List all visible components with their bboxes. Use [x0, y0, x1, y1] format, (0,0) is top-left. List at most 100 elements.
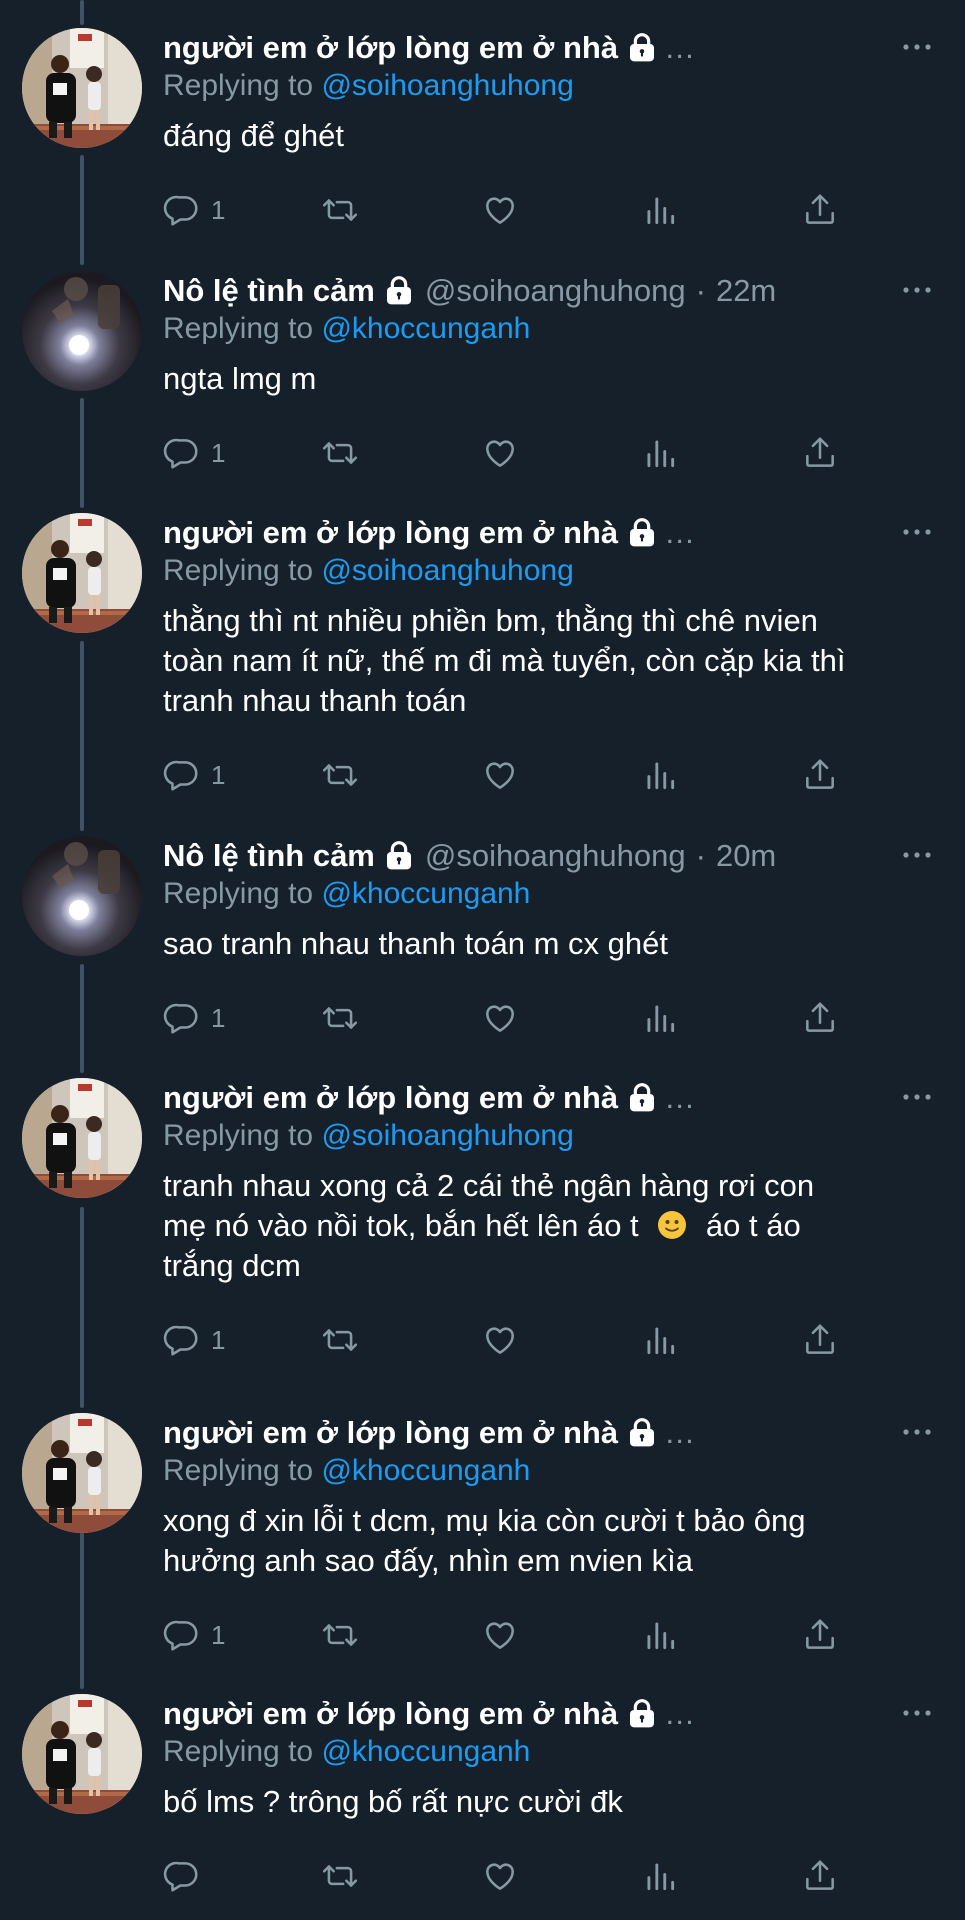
reply-button[interactable]: 1: [163, 1615, 225, 1655]
analytics-button[interactable]: [641, 1856, 679, 1896]
like-button[interactable]: [481, 433, 519, 473]
reply-mention-link[interactable]: @soihoanghuhong: [321, 1119, 573, 1152]
analytics-button[interactable]: [641, 998, 679, 1038]
retweet-button[interactable]: [321, 998, 359, 1038]
reply-button[interactable]: 1: [163, 1320, 225, 1360]
retweet-button[interactable]: [321, 190, 359, 230]
display-name[interactable]: Nô lệ tình cảm: [163, 836, 375, 876]
avatar[interactable]: [22, 513, 142, 633]
reply-count: 1: [211, 437, 226, 468]
reply-count: 1: [211, 1619, 226, 1650]
tweet-text-line: tranh nhau xong cả 2 cái thẻ ngân hàng r…: [163, 1168, 815, 1203]
more-dots-icon: [902, 524, 932, 542]
share-icon: [801, 756, 839, 794]
reply-button[interactable]: 1: [163, 433, 225, 473]
analytics-button[interactable]: [641, 755, 679, 795]
tweet-timestamp[interactable]: 20m: [716, 836, 776, 876]
like-button[interactable]: [481, 1615, 519, 1655]
share-button[interactable]: [801, 190, 839, 230]
retweet-icon: [321, 1616, 359, 1654]
share-button[interactable]: [801, 433, 839, 473]
retweet-button[interactable]: [321, 1320, 359, 1360]
display-name[interactable]: Nô lệ tình cảm: [163, 271, 375, 311]
replying-to-line: Replying to @soihoanghuhong: [163, 551, 574, 591]
more-dots-icon: [902, 39, 932, 57]
more-options-button[interactable]: [897, 513, 937, 553]
display-name[interactable]: người em ở lớp lòng em ở nhà: [163, 513, 618, 553]
name-truncation-ellipsis: …: [664, 515, 696, 550]
tweet-handle[interactable]: @soihoanghuhong: [425, 836, 686, 876]
more-options-button[interactable]: [897, 1413, 937, 1453]
reply-button[interactable]: 1: [163, 998, 225, 1038]
reply-mention-link[interactable]: @khoccunganh: [321, 1735, 530, 1768]
tweet-text-line: toàn nam ít nữ, thế m đi mà tuyển, còn c…: [163, 643, 846, 678]
avatar[interactable]: [22, 1694, 142, 1814]
retweet-icon: [321, 434, 359, 472]
analytics-button[interactable]: [641, 433, 679, 473]
reply-mention-link[interactable]: @khoccunganh: [321, 877, 530, 910]
like-button[interactable]: [481, 998, 519, 1038]
tweet-header: người em ở lớp lòng em ở nhà…: [163, 1078, 885, 1118]
like-button[interactable]: [481, 755, 519, 795]
tweet-text-line: trắng dcm: [163, 1248, 301, 1283]
reply-thread: người em ở lớp lòng em ở nhà … Replying to…: [0, 0, 965, 1920]
reply-mention-link[interactable]: @khoccunganh: [321, 312, 530, 345]
more-options-button[interactable]: [897, 28, 937, 68]
replying-to-line: Replying to @khoccunganh: [163, 1732, 530, 1772]
display-name[interactable]: người em ở lớp lòng em ở nhà: [163, 1078, 618, 1118]
tweet-text: thằng thì nt nhiều phiền bm, thằng thì c…: [163, 601, 923, 721]
retweet-button[interactable]: [321, 755, 359, 795]
analytics-icon: [641, 191, 679, 229]
lock-icon: [626, 1082, 658, 1114]
retweet-button[interactable]: [321, 1856, 359, 1896]
share-button[interactable]: [801, 1320, 839, 1360]
reply-mention-link[interactable]: @khoccunganh: [321, 1454, 530, 1487]
avatar[interactable]: [22, 271, 142, 391]
thread-connector-line: [80, 0, 84, 25]
share-button[interactable]: [801, 755, 839, 795]
tweet-action-bar: 1: [163, 190, 863, 230]
reply-button[interactable]: 1: [163, 190, 225, 230]
share-icon: [801, 1857, 839, 1895]
tweet-text-line: bố lms ? trông bố rất nực cười đk: [163, 1784, 623, 1819]
reply-mention-link[interactable]: @soihoanghuhong: [321, 69, 573, 102]
avatar[interactable]: [22, 28, 142, 148]
retweet-button[interactable]: [321, 433, 359, 473]
more-options-button[interactable]: [897, 836, 937, 876]
reply-button[interactable]: 1: [163, 755, 225, 795]
analytics-button[interactable]: [641, 1615, 679, 1655]
reply-mention-link[interactable]: @soihoanghuhong: [321, 554, 573, 587]
tweet-text-line: sao tranh nhau thanh toán m cx ghét: [163, 926, 668, 961]
more-options-button[interactable]: [897, 1694, 937, 1734]
analytics-button[interactable]: [641, 190, 679, 230]
share-button[interactable]: [801, 998, 839, 1038]
tweet-header: Nô lệ tình cảm @soihoanghuhong · 20m: [163, 836, 885, 876]
display-name[interactable]: người em ở lớp lòng em ở nhà: [163, 1694, 618, 1734]
display-name[interactable]: người em ở lớp lòng em ở nhà: [163, 28, 618, 68]
tweet-timestamp[interactable]: 22m: [716, 271, 776, 311]
like-button[interactable]: [481, 190, 519, 230]
more-options-button[interactable]: [897, 271, 937, 311]
tweet-text-segment: áo t áo: [697, 1208, 801, 1243]
reply-count: 1: [211, 759, 226, 790]
avatar[interactable]: [22, 1078, 142, 1198]
reply-button[interactable]: [163, 1856, 211, 1896]
lock-icon: [626, 1417, 658, 1449]
replying-to-label: Replying to: [163, 312, 314, 345]
like-button[interactable]: [481, 1320, 519, 1360]
avatar[interactable]: [22, 836, 142, 956]
more-options-button[interactable]: [897, 1078, 937, 1118]
avatar[interactable]: [22, 1413, 142, 1533]
share-button[interactable]: [801, 1615, 839, 1655]
retweet-button[interactable]: [321, 1615, 359, 1655]
tweet-text: tranh nhau xong cả 2 cái thẻ ngân hàng r…: [163, 1166, 923, 1286]
name-truncation-ellipsis: …: [664, 1415, 696, 1450]
share-button[interactable]: [801, 1856, 839, 1896]
tweet-text-line: tranh nhau thanh toán: [163, 683, 467, 718]
retweet-icon: [321, 999, 359, 1037]
like-button[interactable]: [481, 1856, 519, 1896]
analytics-button[interactable]: [641, 1320, 679, 1360]
tweet-handle[interactable]: @soihoanghuhong: [425, 271, 686, 311]
tweet-action-bar: 1: [163, 1615, 863, 1655]
display-name[interactable]: người em ở lớp lòng em ở nhà: [163, 1413, 618, 1453]
